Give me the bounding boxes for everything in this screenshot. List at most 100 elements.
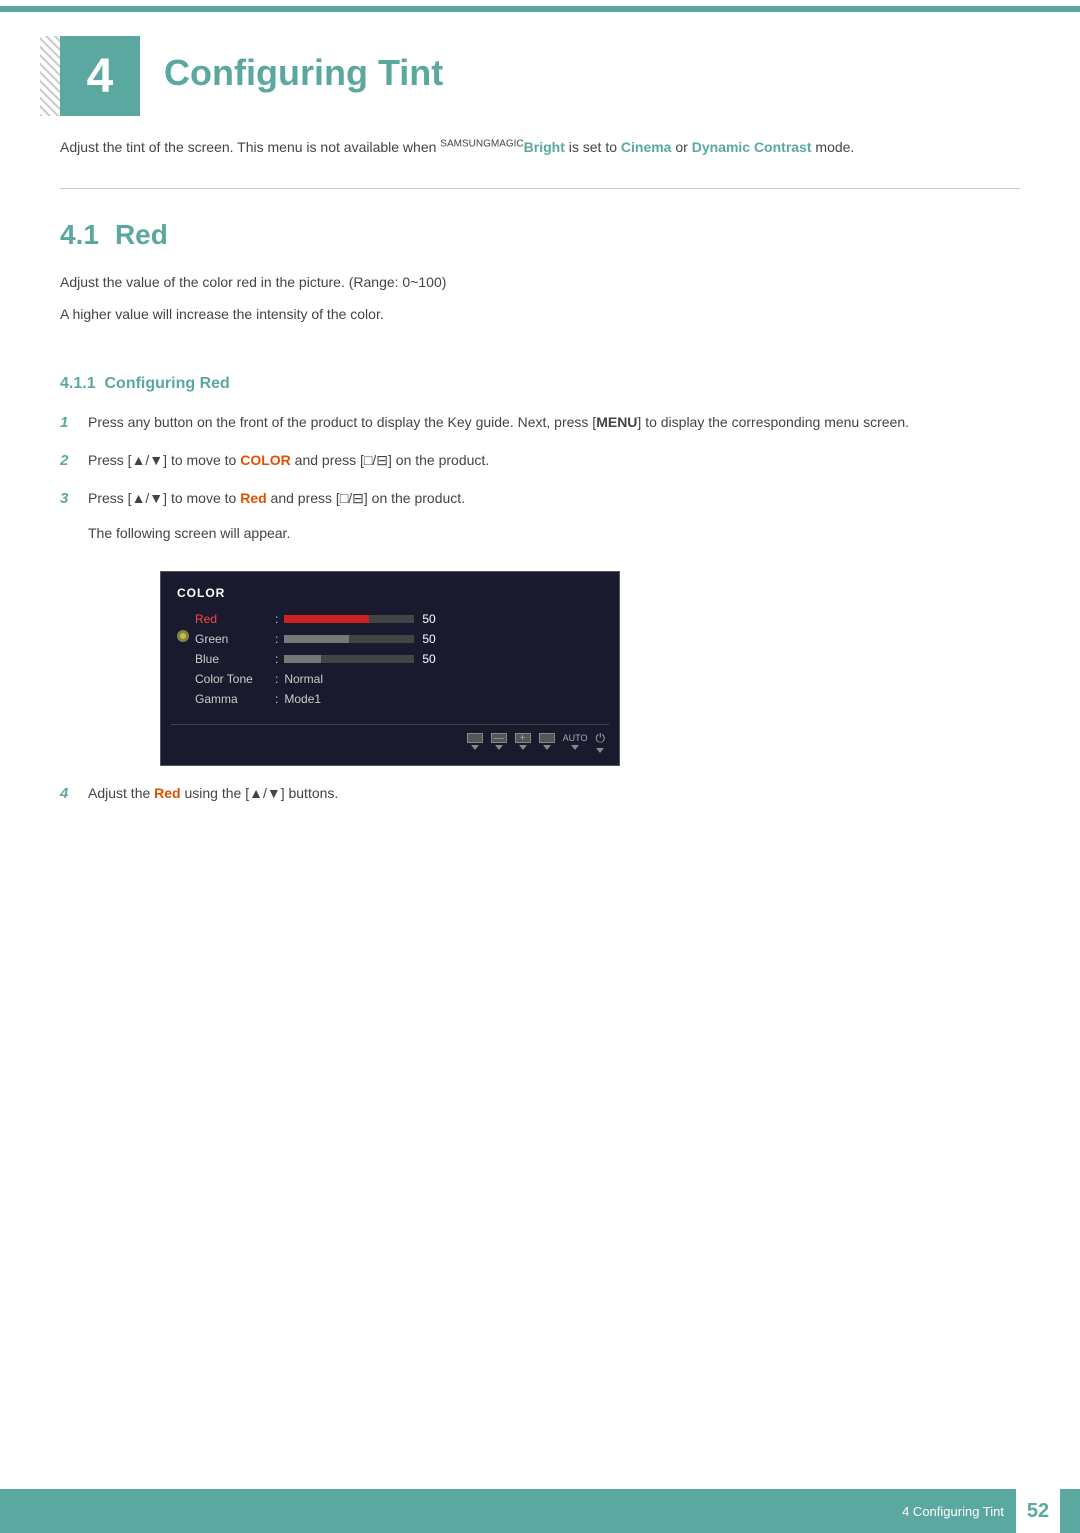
menu-row-red-container: Red : 50 Green : 50 (195, 612, 601, 706)
section-desc1: Adjust the value of the color red in the… (60, 271, 1020, 295)
section-title: Red (115, 219, 168, 251)
step1-text: Press any button on the front of the pro… (88, 414, 909, 430)
intro-text: Adjust the tint of the screen. This menu… (0, 136, 1080, 188)
steps-list: 1 Press any button on the front of the p… (60, 411, 1020, 511)
subsection-number: 4.1.1 (60, 375, 104, 392)
bar-track-red (284, 615, 414, 623)
menu-label-red: Red (195, 612, 275, 626)
menu-label-colortone: Color Tone (195, 672, 275, 686)
bar-fill-red (284, 615, 369, 623)
step-content-2: Press [▲/▼] to move to COLOR and press [… (88, 449, 1020, 471)
btn-auto: AUTO (563, 733, 588, 750)
arrow-back (471, 745, 479, 750)
btn-back-icon (467, 733, 483, 743)
subsection-title: Configuring Red (104, 375, 229, 392)
colon-blue: : (275, 652, 278, 666)
step-content-3: Press [▲/▼] to move to Red and press [□/… (88, 487, 1020, 509)
chapter-number-box: 4 (60, 36, 140, 116)
step4-list: 4 Adjust the Red using the [▲/▼] buttons… (60, 782, 1020, 806)
minus-symbol: — (494, 733, 504, 744)
btn-plus-icon: + (515, 733, 531, 743)
screen-simulation-container: COLOR Red : (160, 571, 620, 766)
section-desc2: A higher value will increase the intensi… (60, 303, 1020, 327)
step4-text: Adjust the Red using the [▲/▼] buttons. (88, 785, 338, 801)
footer: 4 Configuring Tint 52 (0, 1489, 1080, 1533)
step-3: 3 Press [▲/▼] to move to Red and press [… (60, 487, 1020, 511)
arrow-plus (519, 745, 527, 750)
screen-title: COLOR (171, 582, 609, 608)
arrow-menu (543, 745, 551, 750)
bar-track-blue (284, 655, 414, 663)
subsection-heading: 4.1.1 Configuring Red (60, 375, 1020, 393)
menu-label-blue: Blue (195, 652, 275, 666)
menu-row-blue: Blue : 50 (195, 652, 601, 666)
intro-or: or (671, 139, 691, 155)
bar-fill-green (284, 635, 349, 643)
menu-label-green: Green (195, 632, 275, 646)
colon-gamma: : (275, 692, 278, 706)
section-heading: 4.1 Red (60, 219, 1020, 251)
btn-minus-icon: — (491, 733, 507, 743)
cinema-label: Cinema (621, 139, 672, 155)
auto-label: AUTO (563, 733, 588, 743)
btn-back (467, 733, 483, 750)
section-body: Adjust the value of the color red in the… (60, 271, 1020, 345)
plus-symbol: + (520, 733, 526, 744)
step-number-4: 4 (60, 782, 88, 806)
step-content-1: Press any button on the front of the pro… (88, 411, 1020, 433)
bar-value-blue: 50 (422, 652, 446, 666)
chapter-title: Configuring Tint (140, 36, 443, 94)
screen-bottom-bar: — + AUTO (171, 724, 609, 755)
colon-colortone: : (275, 672, 278, 686)
btn-menu (539, 733, 555, 750)
bar-value-green: 50 (422, 632, 446, 646)
intro-end: mode. (812, 139, 855, 155)
menu-rows: Red : 50 Green : 50 (171, 608, 609, 720)
btn-menu-icon (539, 733, 555, 743)
menu-label-gamma: Gamma (195, 692, 275, 706)
btn-power: ⏻ (596, 731, 606, 753)
colon-red: : (275, 612, 278, 626)
arrow-power (596, 748, 604, 753)
menu-value-gamma: Mode1 (284, 692, 321, 706)
intro-text-part1: Adjust the tint of the screen. This menu… (60, 139, 440, 155)
dynamic-contrast-label: Dynamic Contrast (692, 139, 812, 155)
menu-row-green: Green : 50 (195, 632, 601, 646)
step-number-2: 2 (60, 449, 88, 473)
btn-plus: + (515, 733, 531, 750)
menu-row-red: Red : 50 (195, 612, 601, 626)
step-number-1: 1 (60, 411, 88, 435)
subsection-4-1-1: 4.1.1 Configuring Red 1 Press any button… (0, 355, 1080, 840)
menu-row-colortone: Color Tone : Normal (195, 672, 601, 686)
chapter-header: 4 Configuring Tint (0, 6, 1080, 136)
step-1: 1 Press any button on the front of the p… (60, 411, 1020, 435)
arrow-auto (571, 745, 579, 750)
step-4: 4 Adjust the Red using the [▲/▼] buttons… (60, 782, 1020, 806)
speaker-icon (175, 628, 191, 652)
brand-prefix: SAMSUNG (440, 138, 491, 149)
menu-value-colortone: Normal (284, 672, 323, 686)
bar-fill-blue (284, 655, 320, 663)
bright-label: Bright (524, 139, 565, 155)
bar-track-green (284, 635, 414, 643)
step3-text: Press [▲/▼] to move to Red and press [□/… (88, 490, 465, 506)
top-accent-bar (0, 6, 1080, 12)
footer-text: 4 Configuring Tint (902, 1504, 1004, 1519)
bar-value-red: 50 (422, 612, 446, 626)
arrow-minus (495, 745, 503, 750)
step2-text: Press [▲/▼] to move to COLOR and press [… (88, 452, 489, 468)
step-number-3: 3 (60, 487, 88, 511)
step-2: 2 Press [▲/▼] to move to COLOR and press… (60, 449, 1020, 473)
brand-suffix: MAGIC (491, 138, 524, 149)
power-symbol: ⏻ (596, 731, 606, 746)
colon-green: : (275, 632, 278, 646)
section-number: 4.1 (60, 219, 99, 251)
chapter-number: 4 (87, 49, 114, 104)
footer-page-number: 52 (1016, 1489, 1060, 1533)
step3-note: The following screen will appear. (60, 525, 1020, 541)
btn-minus: — (491, 733, 507, 750)
intro-middle: is set to (565, 139, 621, 155)
menu-row-gamma: Gamma : Mode1 (195, 692, 601, 706)
section-4-1: 4.1 Red Adjust the value of the color re… (0, 189, 1080, 355)
screen-simulation: COLOR Red : (160, 571, 620, 766)
